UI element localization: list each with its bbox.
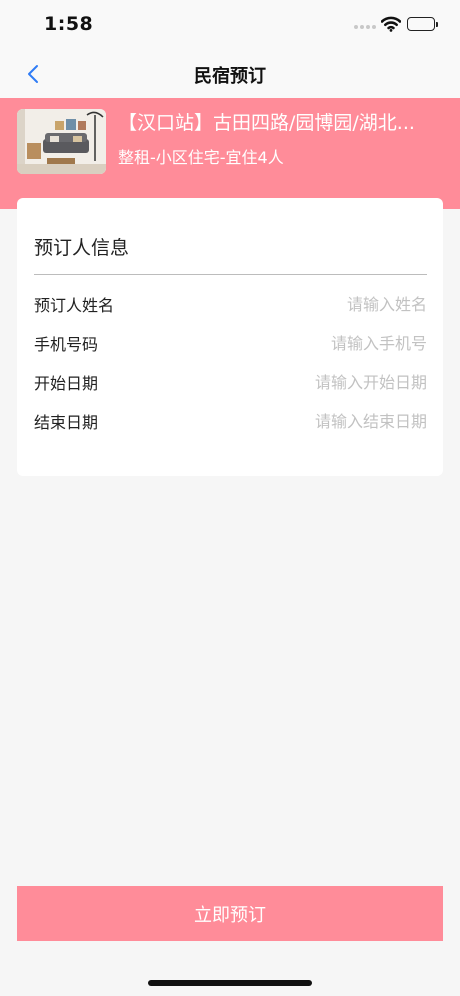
end-date-input[interactable] <box>207 411 427 431</box>
booker-info-card: 预订人信息 预订人姓名 手机号码 开始日期 结束日期 <box>17 198 443 476</box>
section-heading: 预订人信息 <box>34 237 130 259</box>
home-indicator <box>148 980 312 986</box>
status-time: 1:58 <box>44 13 94 35</box>
end-date-label: 结束日期 <box>34 413 99 432</box>
navigation-bar: 民宿预订 <box>0 50 460 98</box>
name-input[interactable] <box>207 294 427 314</box>
name-label: 预订人姓名 <box>34 296 115 315</box>
start-date-label: 开始日期 <box>34 374 99 393</box>
wifi-icon <box>381 16 401 32</box>
phone-input[interactable] <box>207 333 427 353</box>
listing-photo <box>17 109 106 174</box>
start-date-row: 开始日期 <box>34 370 427 394</box>
listing-subtitle: 整租-小区住宅-宜住4人 <box>118 148 284 167</box>
divider <box>34 274 427 275</box>
listing-banner: 【汉口站】古田四路/园博园/湖北... 整租-小区住宅-宜住4人 <box>0 98 460 209</box>
phone-row: 手机号码 <box>34 331 427 355</box>
start-date-input[interactable] <box>207 372 427 392</box>
phone-label: 手机号码 <box>34 335 99 354</box>
cellular-signal-icon <box>354 25 376 31</box>
listing-title: 【汉口站】古田四路/园博园/湖北... <box>118 112 415 134</box>
page-title: 民宿预订 <box>194 66 266 87</box>
battery-icon <box>407 17 438 31</box>
end-date-row: 结束日期 <box>34 409 427 433</box>
status-bar: 1:58 <box>0 0 460 50</box>
name-row: 预订人姓名 <box>34 292 427 316</box>
book-now-button[interactable]: 立即预订 <box>17 886 443 941</box>
